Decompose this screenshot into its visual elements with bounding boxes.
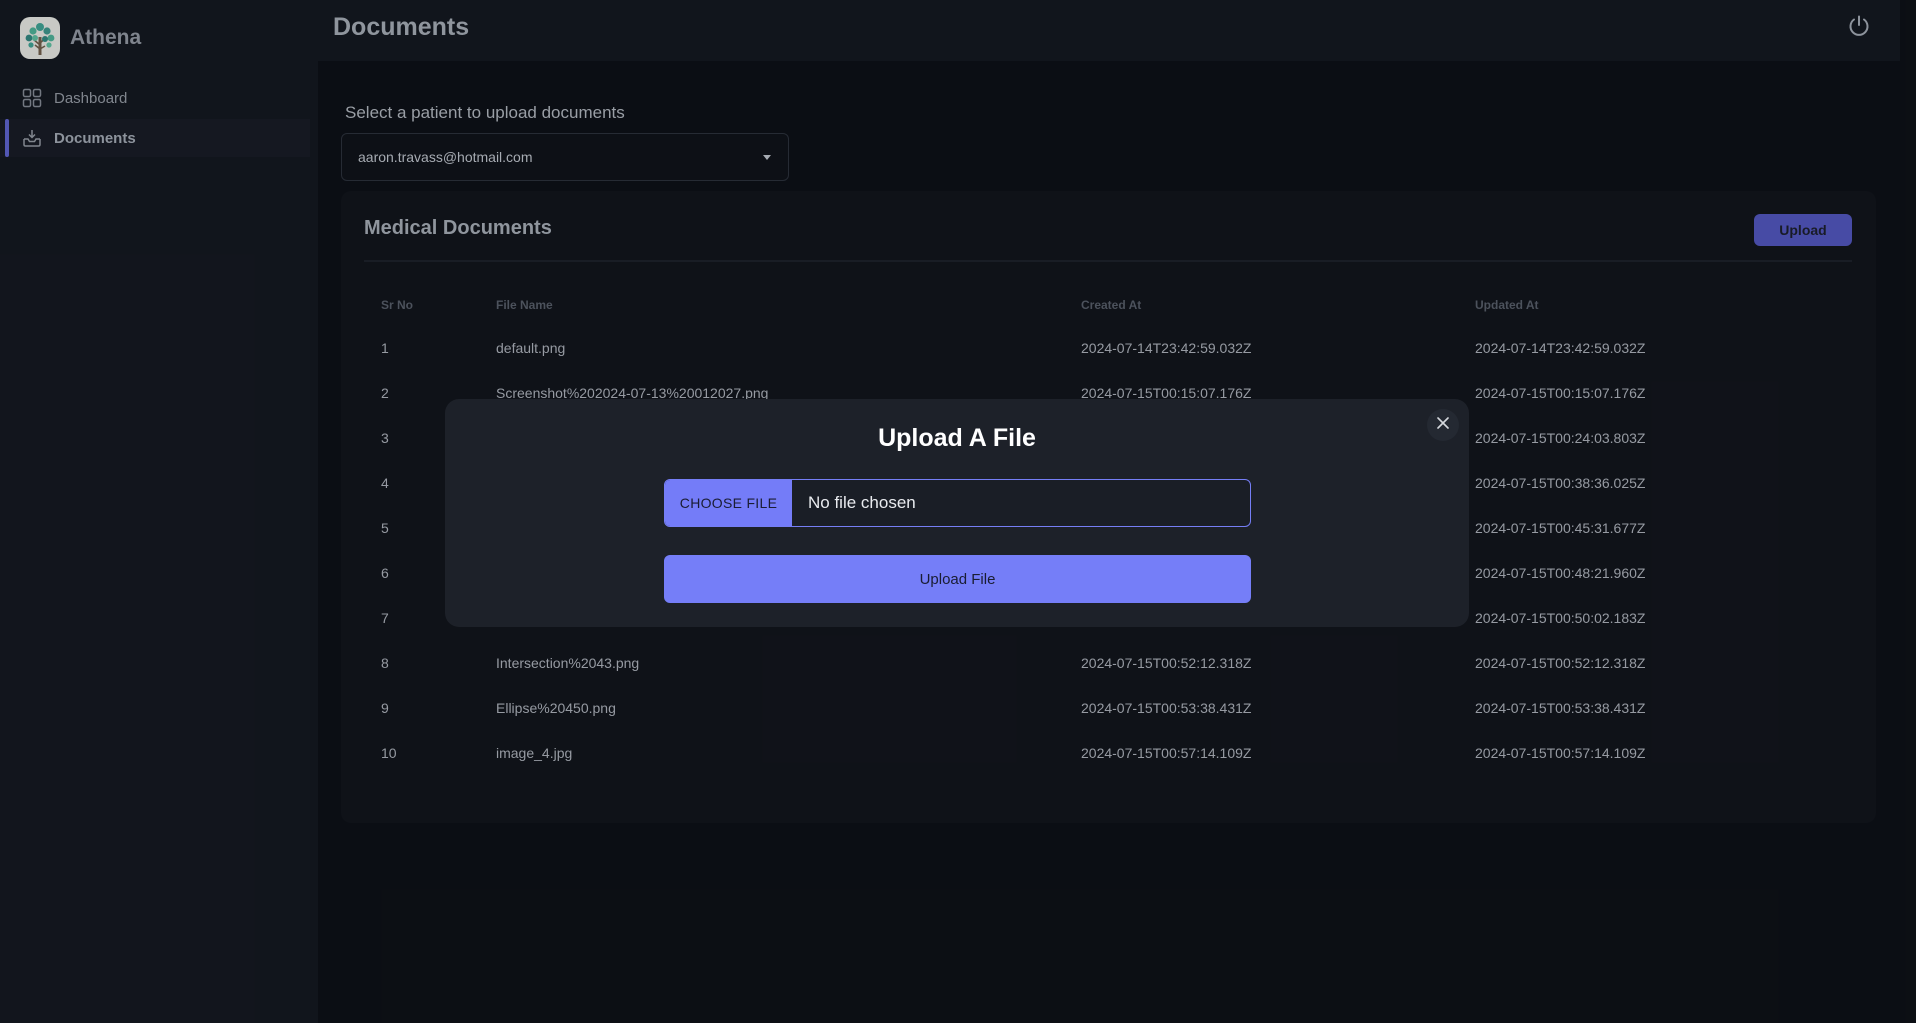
file-input[interactable]: CHOOSE FILE No file chosen	[664, 479, 1251, 527]
modal-title: Upload A File	[878, 424, 1036, 452]
upload-file-button[interactable]: Upload File	[664, 555, 1251, 603]
upload-modal: Upload A File CHOOSE FILE No file chosen…	[445, 399, 1469, 627]
choose-file-button[interactable]: CHOOSE FILE	[665, 480, 792, 526]
file-status: No file chosen	[808, 493, 916, 512]
